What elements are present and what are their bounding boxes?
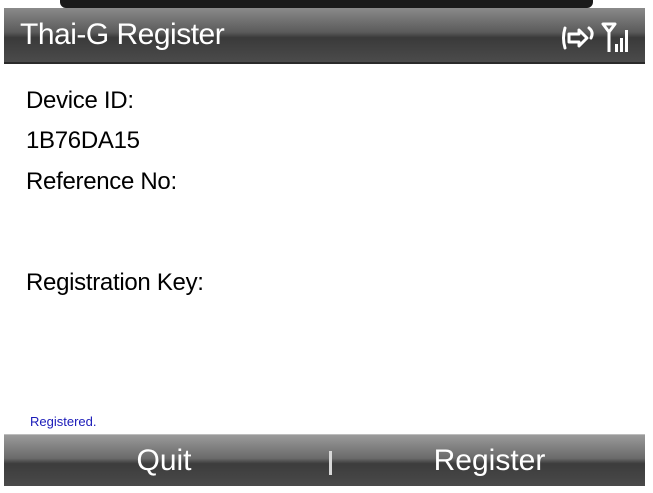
softkey-bar: Quit Register <box>4 434 645 487</box>
status-icons <box>561 18 631 54</box>
connection-icon <box>561 24 595 54</box>
registration-key-label: Registration Key: <box>26 269 204 296</box>
register-button[interactable]: Register <box>334 435 645 487</box>
softkey-divider <box>329 451 332 475</box>
title-bar: Thai-G Register <box>4 8 645 64</box>
signal-strength-icon <box>601 20 631 54</box>
content-area: Device ID: 1B76DA15 Reference No: Regist… <box>4 64 645 434</box>
right-frame-edge <box>645 8 653 486</box>
bottom-frame-edge <box>0 486 653 493</box>
phone-screen: Thai-G Register Device ID: 1B76DA15 Refe… <box>0 0 653 493</box>
reference-no-label: Reference No: <box>26 168 177 195</box>
top-frame-edge <box>0 0 653 8</box>
status-message: Registered. <box>30 414 97 429</box>
quit-button[interactable]: Quit <box>4 435 324 487</box>
device-id-value: 1B76DA15 <box>26 127 140 154</box>
app-title: Thai-G Register <box>20 18 225 51</box>
device-id-label: Device ID: <box>26 87 134 114</box>
